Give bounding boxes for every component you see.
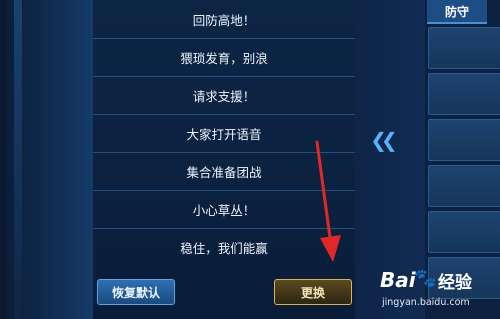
change-button[interactable]: 更换 <box>274 279 352 305</box>
left-edge-bar <box>0 0 6 319</box>
phrase-slot[interactable] <box>428 165 500 207</box>
phrase-slot[interactable] <box>428 27 500 69</box>
phrase-slot[interactable] <box>428 119 500 161</box>
phrase-label: 请求支援！ <box>192 88 256 104</box>
phrase-label: 大家打开语音 <box>186 126 262 142</box>
baidu-watermark: Bai 🐾 经验 jingyan.baidu.com <box>362 262 500 319</box>
phrase-label: 小心草丛！ <box>192 202 256 218</box>
watermark-brand: Bai <box>380 268 416 292</box>
phrase-slot[interactable] <box>428 211 500 253</box>
left-background <box>0 0 93 319</box>
tab-defend[interactable]: 防守 <box>427 0 487 24</box>
phrase-item[interactable]: 回防高地！ <box>93 0 355 39</box>
phrase-item[interactable]: 猥琐发育，别浪 <box>93 38 355 77</box>
annotation-arrow-icon <box>315 140 341 262</box>
watermark-brand-suffix: 经验 <box>438 273 472 293</box>
phrase-item[interactable]: 请求支援！ <box>93 76 355 115</box>
phrase-label: 稳住，我们能赢 <box>180 240 268 256</box>
paw-icon: 🐾 <box>414 268 437 289</box>
left-frame-strip <box>14 0 22 319</box>
double-chevron-left-icon[interactable]: ❮❮ <box>369 128 398 152</box>
phrase-label: 回防高地！ <box>192 12 256 28</box>
phrase-slot[interactable] <box>428 73 500 115</box>
phrase-label: 猥琐发育，别浪 <box>180 50 268 66</box>
restore-default-button[interactable]: 恢复默认 <box>97 279 175 305</box>
watermark-url: jingyan.baidu.com <box>382 297 470 308</box>
phrase-label: 集合准备团战 <box>186 164 262 180</box>
